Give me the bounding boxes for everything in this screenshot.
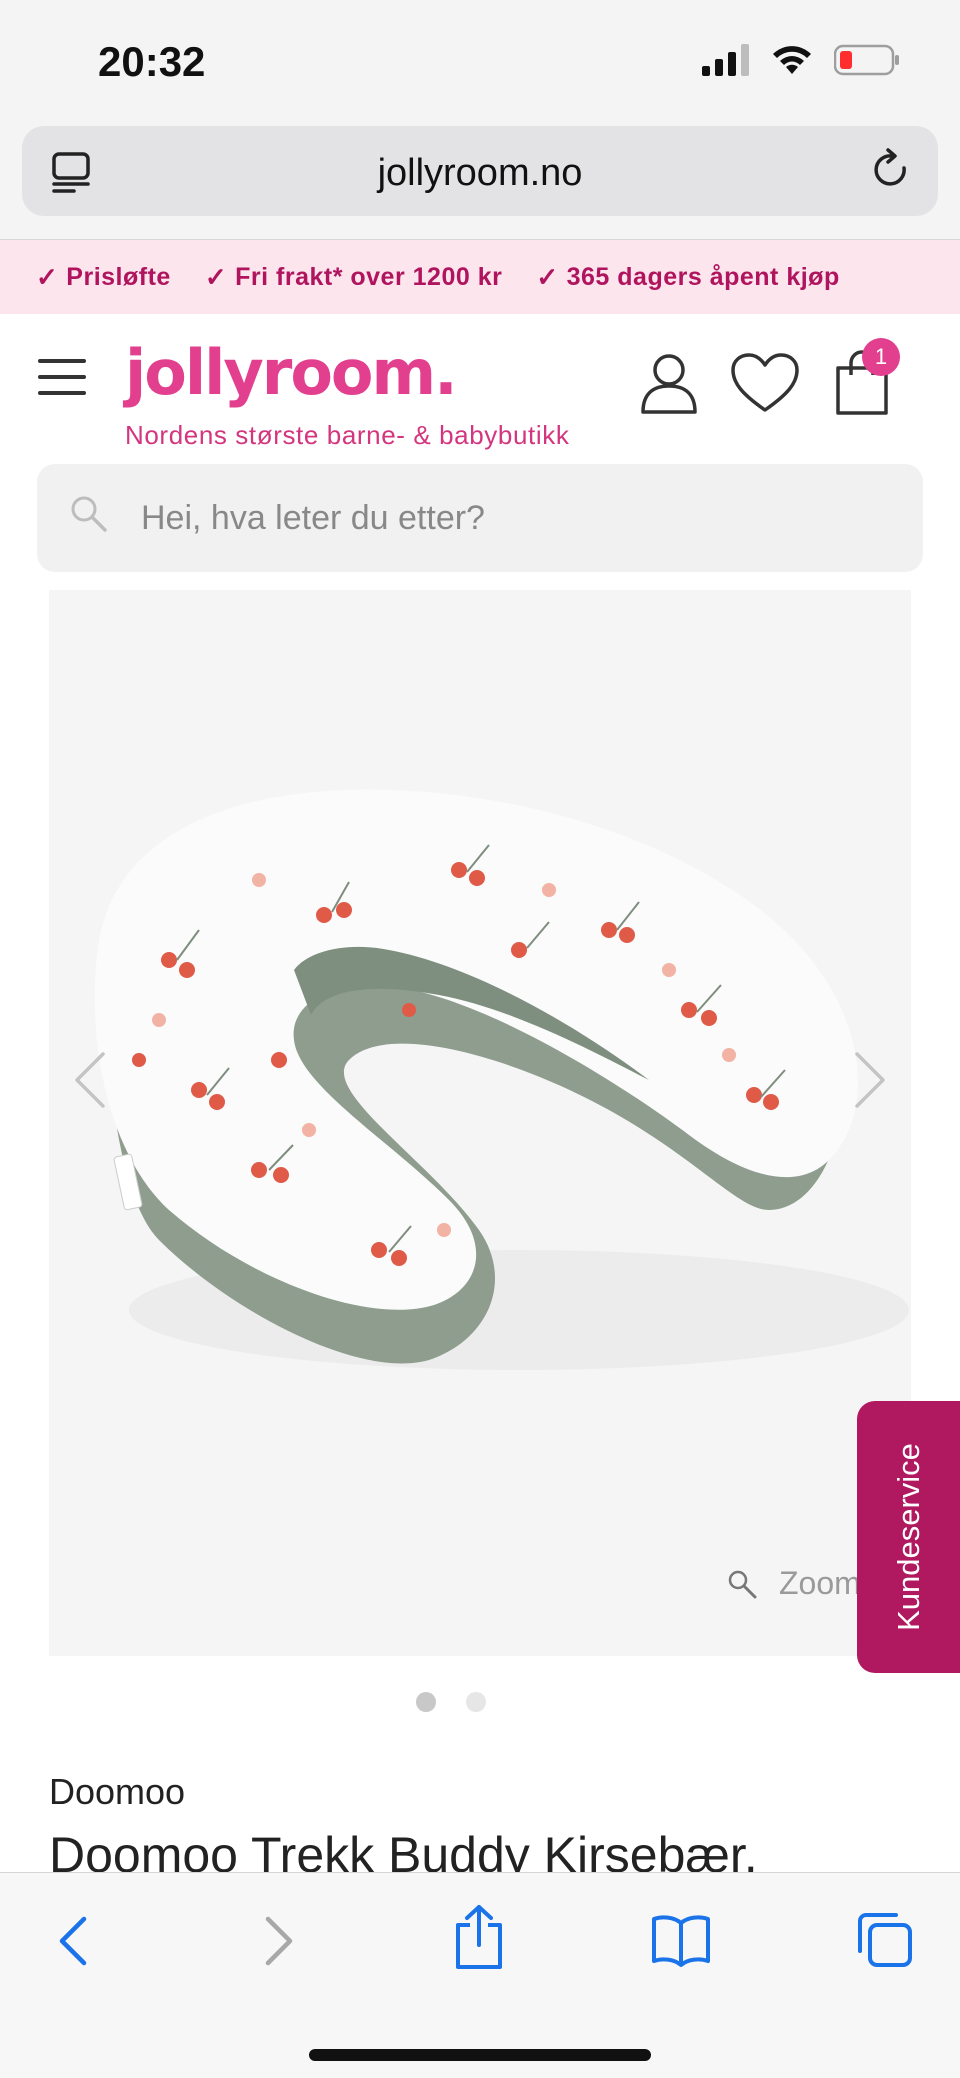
magnifier-icon	[728, 1570, 757, 1598]
customer-service-label: Kundeservice	[890, 1443, 926, 1631]
url-text[interactable]: jollyroom.no	[22, 152, 938, 195]
promo-strip: ✓ Prisløfte ✓ Fri frakt* over 1200 kr ✓ …	[0, 240, 960, 314]
status-icons	[702, 44, 900, 76]
carousel-dot-active[interactable]	[416, 1692, 436, 1712]
browser-toolbar	[0, 1872, 960, 2078]
site-logo[interactable]: jollyroom.	[125, 336, 458, 409]
zoom-label: Zoom	[779, 1565, 861, 1601]
promo-item: ✓ 365 dagers åpent kjøp	[536, 262, 839, 293]
home-indicator[interactable]	[309, 2049, 651, 2061]
wifi-icon	[773, 46, 811, 74]
zoom-button[interactable]: Zoom	[727, 1565, 861, 1602]
promo-item: ✓ Prisløfte	[36, 262, 171, 293]
product-gallery[interactable]: Zoom	[49, 590, 911, 1656]
check-icon: ✓	[36, 261, 59, 292]
check-icon: ✓	[536, 261, 559, 292]
back-icon[interactable]	[52, 1911, 92, 1971]
next-image-arrow-icon[interactable]	[853, 1050, 887, 1110]
carousel-dot[interactable]	[466, 1692, 486, 1712]
search-input[interactable]	[141, 486, 881, 550]
search-bar[interactable]	[37, 464, 923, 572]
customer-service-tab[interactable]: Kundeservice	[857, 1401, 960, 1673]
promo-label: Fri frakt* over 1200 kr	[235, 262, 503, 291]
site-header: jollyroom. Nordens største barne- & baby…	[0, 314, 960, 464]
cart-count-badge[interactable]: 1	[862, 338, 900, 376]
promo-label: Prisløfte	[66, 262, 171, 291]
battery-low-icon	[834, 44, 899, 76]
status-time: 20:32	[98, 38, 206, 85]
promo-item: ✓ Fri frakt* over 1200 kr	[205, 262, 503, 293]
forward-icon[interactable]	[260, 1911, 300, 1971]
nursing-pillow-image	[94, 789, 909, 1370]
reload-icon[interactable]	[870, 148, 914, 194]
tabs-overview-icon[interactable]	[856, 1911, 914, 1969]
promo-label: 365 dagers åpent kjøp	[566, 262, 840, 291]
account-icon[interactable]	[640, 352, 698, 414]
bookmarks-icon[interactable]	[650, 1913, 712, 1967]
wishlist-heart-icon[interactable]	[730, 352, 800, 414]
search-icon	[71, 496, 107, 532]
carousel-indicator	[0, 1692, 960, 1712]
browser-url-area: jollyroom.no	[0, 122, 960, 240]
address-bar[interactable]: jollyroom.no	[22, 126, 938, 216]
previous-image-arrow-icon[interactable]	[73, 1050, 107, 1110]
product-brand[interactable]: Doomoo	[49, 1771, 185, 1813]
check-icon: ✓	[204, 261, 228, 292]
cellular-signal-icon	[702, 44, 749, 76]
status-bar: 20:32	[0, 0, 960, 122]
hamburger-menu-icon[interactable]	[38, 359, 86, 395]
share-icon[interactable]	[452, 1903, 506, 1971]
site-tagline: Nordens største barne- & babybutikk	[125, 420, 570, 450]
